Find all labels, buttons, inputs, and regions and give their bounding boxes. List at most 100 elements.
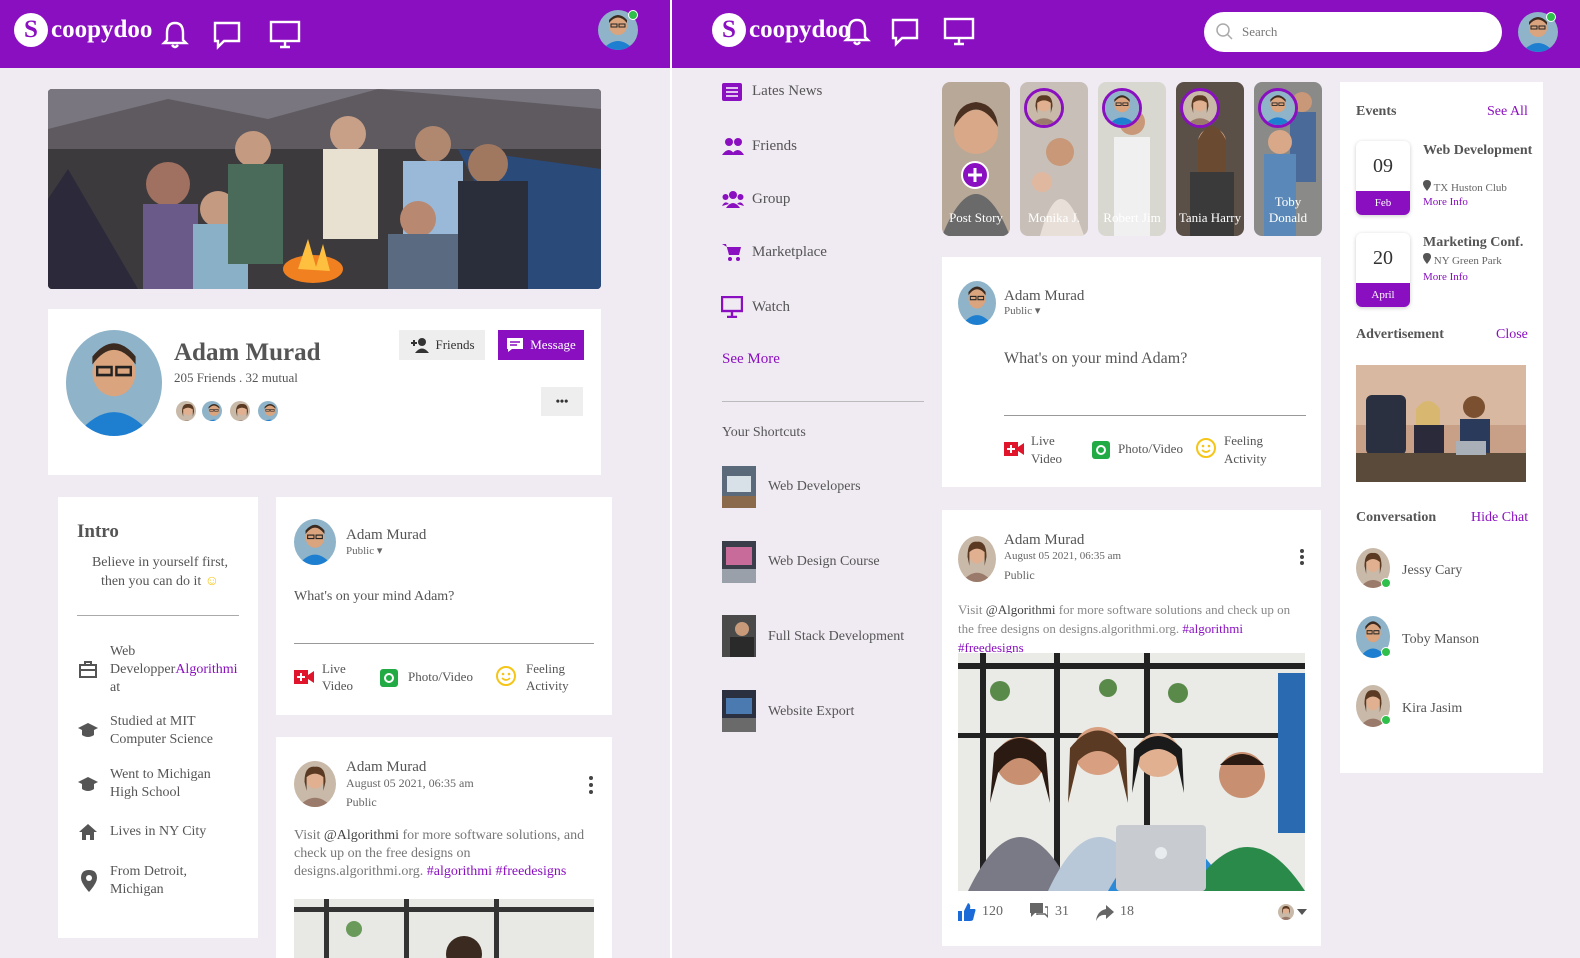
group-icon[interactable] bbox=[722, 190, 744, 208]
chevron-down-icon[interactable] bbox=[1297, 908, 1307, 916]
privacy-select[interactable]: Public ▾ bbox=[346, 544, 382, 557]
live-video-icon[interactable] bbox=[294, 669, 314, 685]
bell-icon[interactable] bbox=[840, 15, 874, 49]
shortcut-full-stack[interactable]: Full Stack Development bbox=[768, 629, 904, 645]
profile-card: Adam Murad 205 Friends . 32 mutual Frien… bbox=[48, 309, 601, 475]
event-date-card[interactable]: 20 April bbox=[1356, 233, 1410, 307]
comment-icon[interactable] bbox=[1030, 903, 1048, 919]
mutual-friend-avatar[interactable] bbox=[228, 399, 252, 423]
composer-input[interactable]: What's on your mind Adam? bbox=[294, 589, 454, 605]
post-image[interactable] bbox=[294, 899, 594, 958]
chat-icon[interactable] bbox=[210, 18, 244, 52]
intro-education: Studied at MIT Computer Science bbox=[110, 714, 214, 747]
nav-marketplace[interactable]: Marketplace bbox=[752, 244, 827, 261]
mutual-friend-avatar[interactable] bbox=[174, 399, 198, 423]
shortcut-website-export[interactable]: Website Export bbox=[768, 704, 854, 720]
post-mention[interactable]: @Algorithmi bbox=[986, 602, 1056, 617]
chat-icon[interactable] bbox=[888, 15, 922, 49]
cart-icon[interactable] bbox=[722, 242, 742, 262]
live-video-icon[interactable] bbox=[1004, 441, 1024, 457]
like-icon[interactable] bbox=[958, 903, 976, 921]
work-link[interactable]: Algorithmi bbox=[175, 662, 237, 677]
nav-group[interactable]: Group bbox=[752, 191, 790, 208]
event-date-card[interactable]: 09 Feb bbox=[1356, 141, 1410, 215]
live-video-label[interactable]: Live Video bbox=[1031, 432, 1071, 468]
mutual-friend-avatar[interactable] bbox=[200, 399, 224, 423]
see-more-link[interactable]: See More bbox=[722, 351, 780, 368]
post-author-name[interactable]: Adam Murad bbox=[1004, 532, 1084, 549]
advertisement-close[interactable]: Close bbox=[1496, 327, 1528, 343]
story-item[interactable]: Monika J. bbox=[1020, 82, 1088, 236]
reaction-avatar[interactable] bbox=[1278, 904, 1294, 920]
share-icon[interactable] bbox=[1096, 905, 1114, 921]
nav-watch[interactable]: Watch bbox=[752, 299, 790, 316]
post-author-avatar[interactable] bbox=[958, 536, 996, 582]
event-place: NY Green Park bbox=[1433, 255, 1502, 267]
shortcut-thumbnail[interactable] bbox=[722, 541, 756, 583]
hide-chat-link[interactable]: Hide Chat bbox=[1471, 510, 1528, 526]
shortcut-thumbnail[interactable] bbox=[722, 615, 756, 657]
post-date: August 05 2021, 06:35 am bbox=[1004, 550, 1122, 562]
contact-name[interactable]: Toby Manson bbox=[1402, 632, 1479, 648]
story-item[interactable]: Toby Donald bbox=[1254, 82, 1322, 236]
composer-input[interactable]: What's on your mind Adam? bbox=[1004, 350, 1187, 368]
search-icon bbox=[1216, 23, 1233, 40]
event-title[interactable]: Marketing Conf. bbox=[1423, 235, 1523, 251]
profile-avatar[interactable] bbox=[66, 330, 162, 436]
feeling-icon[interactable] bbox=[1196, 438, 1216, 458]
bell-icon[interactable] bbox=[158, 18, 192, 52]
monitor-icon[interactable] bbox=[268, 18, 302, 52]
shortcut-web-developers[interactable]: Web Developers bbox=[768, 479, 861, 495]
friends-icon[interactable] bbox=[722, 137, 744, 155]
add-story-icon[interactable] bbox=[961, 161, 989, 189]
monitor-icon[interactable] bbox=[721, 296, 743, 318]
feeling-icon[interactable] bbox=[496, 666, 516, 686]
post-menu-icon[interactable] bbox=[1299, 548, 1305, 566]
feeling-label[interactable]: Feeling Activity bbox=[1224, 432, 1274, 468]
mutual-friend-avatar[interactable] bbox=[256, 399, 280, 423]
story-item[interactable]: Robert Jim bbox=[1098, 82, 1166, 236]
nav-latest-news[interactable]: Lates News bbox=[752, 83, 822, 100]
add-friend-icon bbox=[410, 338, 429, 353]
post-author-avatar[interactable] bbox=[294, 761, 336, 807]
contact-name[interactable]: Jessy Cary bbox=[1402, 563, 1462, 579]
advertisement-image[interactable] bbox=[1356, 365, 1526, 482]
feeling-label[interactable]: Feeling Activity bbox=[526, 660, 576, 694]
shortcut-thumbnail[interactable] bbox=[722, 690, 756, 732]
home-feed-pane: S coopydoo Search Lates News Friends Gro… bbox=[672, 0, 1580, 958]
event-more-info[interactable]: More Info bbox=[1423, 271, 1468, 283]
contact-name[interactable]: Kira Jasim bbox=[1402, 701, 1462, 717]
shortcut-thumbnail[interactable] bbox=[722, 466, 756, 508]
shortcut-web-design-course[interactable]: Web Design Course bbox=[768, 554, 880, 570]
online-indicator bbox=[1381, 647, 1391, 657]
news-icon[interactable] bbox=[722, 83, 742, 101]
search-input[interactable]: Search bbox=[1204, 12, 1502, 52]
story-item[interactable]: Tania Harry bbox=[1176, 82, 1244, 236]
events-title: Events bbox=[1356, 104, 1397, 119]
events-see-all[interactable]: See All bbox=[1487, 104, 1528, 120]
friends-button-label: Friends bbox=[435, 337, 475, 352]
composer-input-underline bbox=[294, 643, 594, 644]
logo-mark: S bbox=[14, 13, 48, 47]
nav-friends[interactable]: Friends bbox=[752, 138, 797, 155]
message-button[interactable]: Message bbox=[498, 330, 584, 360]
photo-icon[interactable] bbox=[380, 667, 398, 687]
event-more-info[interactable]: More Info bbox=[1423, 196, 1468, 208]
photo-video-label[interactable]: Photo/Video bbox=[408, 669, 473, 685]
story-post[interactable]: Post Story bbox=[942, 82, 1010, 236]
post-mention[interactable]: @Algorithmi bbox=[324, 828, 399, 843]
post-menu-icon[interactable] bbox=[588, 775, 594, 795]
event-title[interactable]: Web Development bbox=[1423, 142, 1533, 160]
photo-icon[interactable] bbox=[1092, 439, 1110, 459]
privacy-select[interactable]: Public ▾ bbox=[1004, 304, 1040, 317]
monitor-icon[interactable] bbox=[942, 15, 976, 49]
brand-logo[interactable]: S coopydoo bbox=[14, 13, 152, 47]
post-image[interactable] bbox=[958, 653, 1305, 891]
post-hashtags[interactable]: #algorithmi #freedesigns bbox=[427, 864, 567, 879]
photo-video-label[interactable]: Photo/Video bbox=[1118, 441, 1183, 457]
brand-logo[interactable]: S coopydoo bbox=[712, 13, 850, 47]
more-options-button[interactable]: ••• bbox=[541, 387, 583, 416]
friends-button[interactable]: Friends bbox=[399, 330, 485, 360]
post-author-name[interactable]: Adam Murad bbox=[346, 759, 426, 776]
live-video-label[interactable]: Live Video bbox=[322, 660, 362, 694]
